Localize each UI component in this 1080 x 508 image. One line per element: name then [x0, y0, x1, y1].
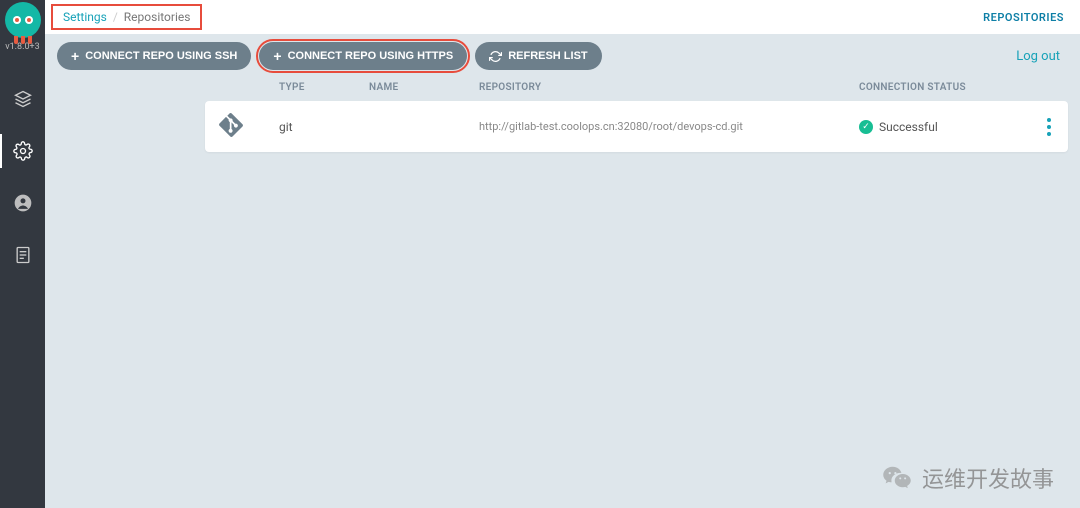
breadcrumb-separator: /: [113, 10, 118, 24]
nav-user-icon[interactable]: [0, 186, 45, 220]
git-icon: [219, 113, 279, 140]
nav-stacks-icon[interactable]: [0, 82, 45, 116]
repositories-link[interactable]: REPOSITORIES: [983, 11, 1064, 24]
topbar: Settings / Repositories REPOSITORIES: [45, 0, 1080, 34]
breadcrumb-repositories: Repositories: [124, 10, 191, 24]
plus-icon: +: [71, 49, 79, 63]
check-icon: ✓: [859, 120, 873, 134]
col-repository: REPOSITORY: [479, 82, 859, 93]
logout-link[interactable]: Log out: [1016, 49, 1060, 64]
main-content: Settings / Repositories REPOSITORIES + C…: [45, 0, 1080, 508]
refresh-icon: [489, 50, 502, 63]
col-name: NAME: [369, 82, 479, 93]
row-type: git: [279, 120, 369, 134]
refresh-button[interactable]: REFRESH LIST: [475, 42, 601, 70]
table-area: TYPE NAME REPOSITORY CONNECTION STATUS g…: [45, 78, 1080, 164]
app-logo: [5, 2, 41, 38]
col-type: TYPE: [279, 82, 369, 93]
row-repository: http://gitlab-test.coolops.cn:32080/root…: [479, 120, 859, 133]
actionbar: + CONNECT REPO USING SSH + CONNECT REPO …: [45, 34, 1080, 78]
connect-ssh-button[interactable]: + CONNECT REPO USING SSH: [57, 42, 251, 70]
breadcrumb: Settings / Repositories: [51, 4, 202, 30]
row-menu-button[interactable]: [1029, 118, 1069, 136]
status-label: Successful: [879, 120, 938, 134]
sidebar: v1.8.0+3: [0, 0, 45, 508]
connect-https-button[interactable]: + CONNECT REPO USING HTTPS: [259, 42, 467, 70]
plus-icon: +: [273, 49, 281, 63]
connect-ssh-label: CONNECT REPO USING SSH: [85, 50, 237, 62]
row-status: ✓ Successful: [859, 120, 1029, 134]
breadcrumb-settings[interactable]: Settings: [63, 10, 107, 24]
table-row: git http://gitlab-test.coolops.cn:32080/…: [205, 101, 1068, 152]
table-header: TYPE NAME REPOSITORY CONNECTION STATUS: [205, 78, 1068, 101]
col-status: CONNECTION STATUS: [859, 82, 1029, 93]
refresh-label: REFRESH LIST: [508, 50, 587, 62]
nav-settings-icon[interactable]: [0, 134, 45, 168]
connect-https-label: CONNECT REPO USING HTTPS: [288, 50, 454, 62]
nav-docs-icon[interactable]: [0, 238, 45, 272]
